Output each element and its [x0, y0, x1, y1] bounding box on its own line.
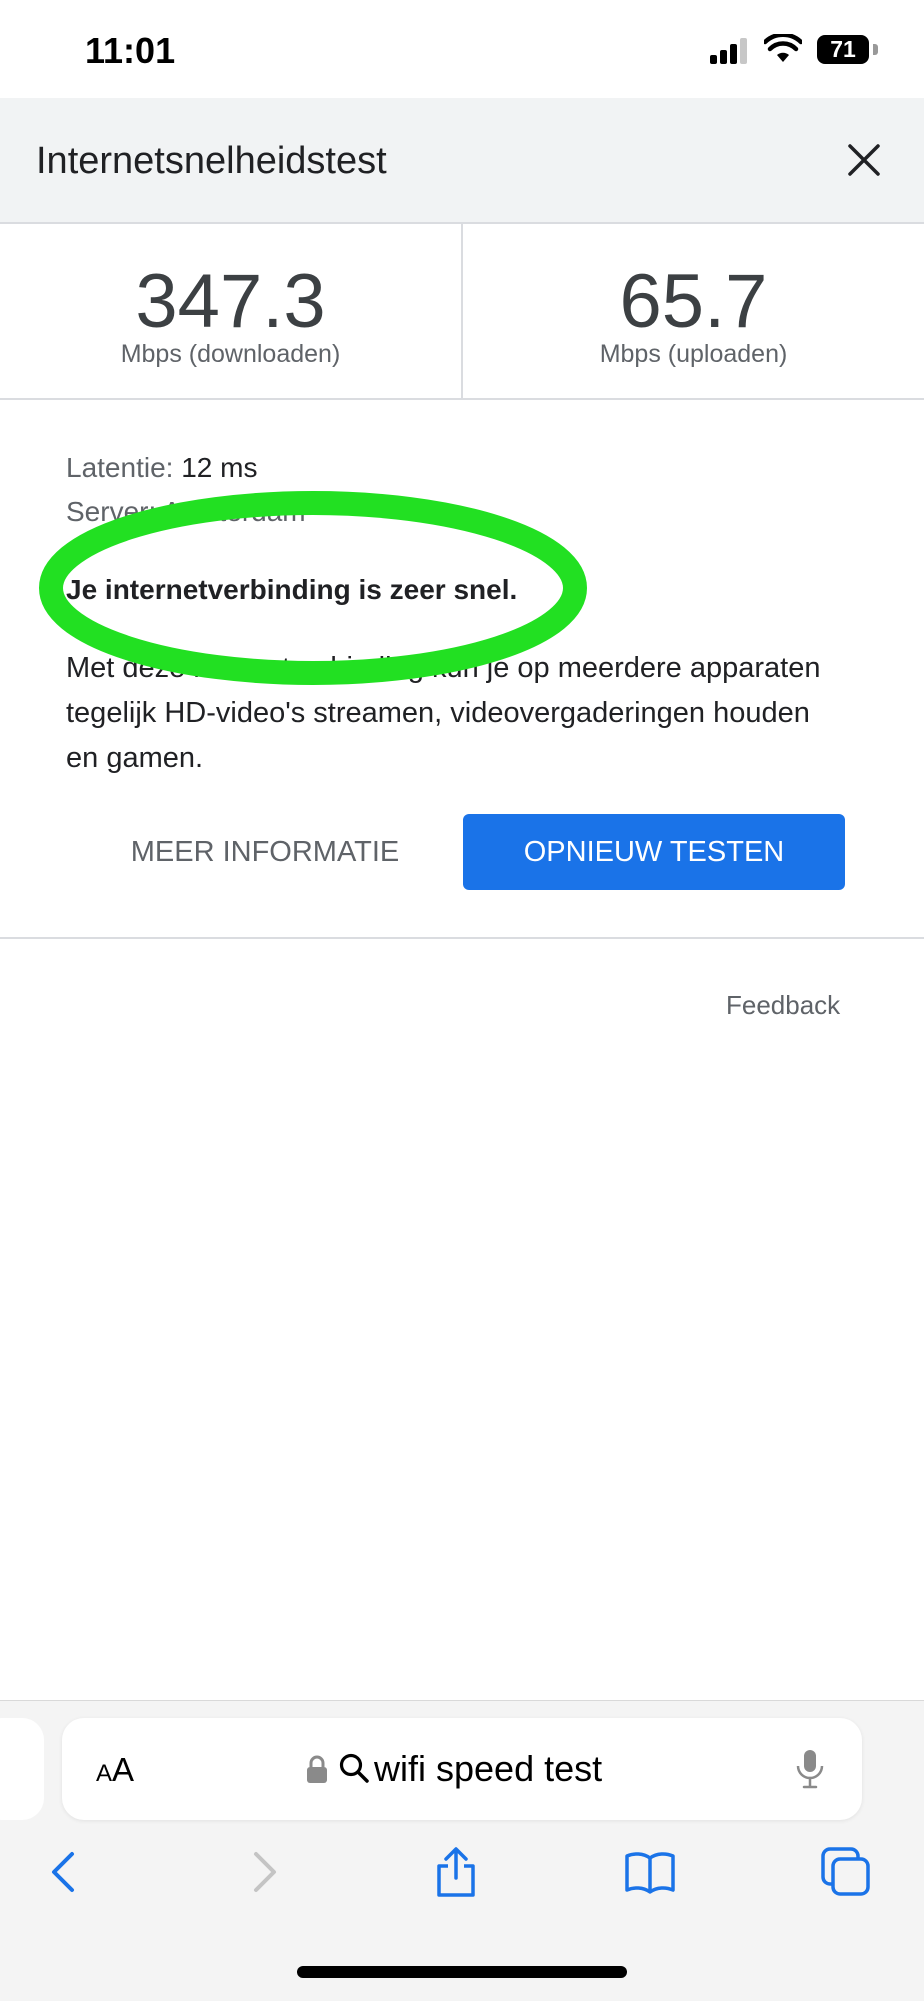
latency-value: 12 ms [181, 452, 258, 483]
feedback-link[interactable]: Feedback [726, 990, 840, 1021]
bookmarks-icon[interactable] [624, 1846, 676, 1898]
download-speed-unit: Mbps (downloaden) [120, 340, 341, 368]
previous-tab-card[interactable] [0, 1718, 44, 1820]
cellular-signal-icon [710, 38, 750, 64]
close-icon[interactable] [846, 142, 882, 178]
forward-icon[interactable] [238, 1846, 290, 1898]
battery-tip [873, 44, 878, 55]
download-speed-value: 347.3 [135, 259, 326, 344]
search-icon [339, 1753, 369, 1783]
share-icon[interactable] [430, 1846, 482, 1898]
aa-large-letter: A [112, 1751, 135, 1788]
download-panel: 347.3 Mbps (downloaden) [0, 224, 463, 400]
highlight-circle-annotation [39, 491, 587, 685]
section-divider [0, 937, 924, 939]
tabs-icon[interactable] [820, 1846, 872, 1898]
back-icon[interactable] [40, 1846, 92, 1898]
microphone-icon[interactable] [795, 1748, 825, 1790]
wifi-icon [764, 34, 802, 62]
lock-icon [307, 1755, 327, 1783]
home-indicator [297, 1966, 627, 1978]
reader-options-button[interactable]: AA [96, 1751, 134, 1789]
page-title: Internetsnelheidstest [36, 140, 387, 182]
latency-line: Latentie: 12 ms [66, 452, 257, 484]
upload-panel: 65.7 Mbps (uploaden) [463, 224, 924, 400]
more-info-button[interactable]: MEER INFORMATIE [100, 814, 430, 890]
aa-small-letter: A [96, 1760, 113, 1787]
upload-speed-unit: Mbps (uploaden) [599, 340, 788, 368]
latency-label: Latentie: [66, 452, 174, 483]
retest-button[interactable]: OPNIEUW TESTEN [463, 814, 845, 890]
battery-icon: 71 [817, 35, 869, 64]
status-time: 11:01 [85, 30, 176, 71]
upload-speed-value: 65.7 [619, 259, 768, 344]
url-field-text[interactable]: wifi speed test [374, 1748, 602, 1790]
